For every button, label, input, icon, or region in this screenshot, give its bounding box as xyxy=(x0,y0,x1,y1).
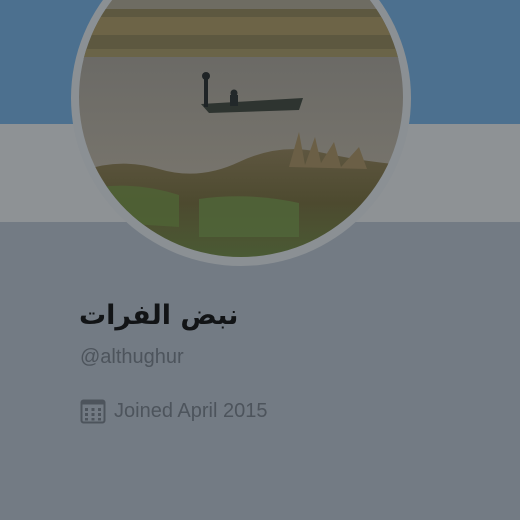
profile-info-panel xyxy=(0,222,520,520)
calendar-icon xyxy=(80,398,106,424)
display-name: نبض الفرات xyxy=(79,300,239,331)
joined-date: Joined April 2015 xyxy=(80,396,267,426)
joined-date-text: Joined April 2015 xyxy=(114,400,268,422)
username-handle: @althughur xyxy=(80,346,184,368)
